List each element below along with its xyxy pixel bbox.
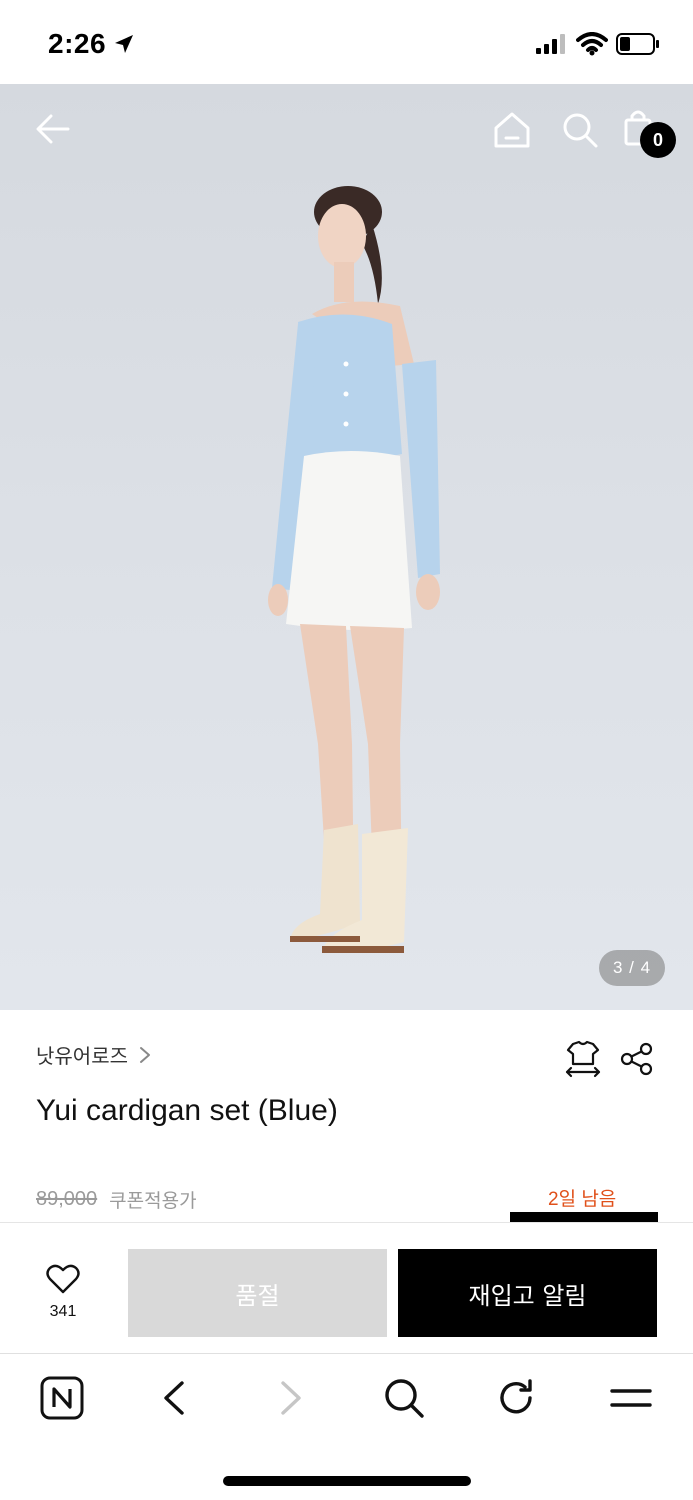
chevron-right-icon (140, 1046, 150, 1063)
gallery-page-indicator: 3 / 4 (599, 950, 665, 986)
brand-link[interactable]: 낫유어로즈 (36, 1040, 152, 1069)
restock-alert-button[interactable]: 재입고 알림 (398, 1249, 657, 1337)
browser-back-icon[interactable] (152, 1375, 198, 1421)
cart-count-badge: 0 (640, 122, 676, 158)
like-button[interactable]: 341 (30, 1263, 96, 1333)
naver-home-icon[interactable] (39, 1375, 85, 1421)
soldout-button[interactable]: 품절 (128, 1249, 387, 1337)
location-arrow-icon (115, 35, 133, 53)
coupon-price-label: 쿠폰적용가 (109, 1191, 197, 1212)
heart-icon (46, 1264, 80, 1294)
original-price: 89,000 (36, 1188, 98, 1210)
refresh-icon[interactable] (494, 1375, 540, 1421)
brand-name: 낫유어로즈 (36, 1046, 128, 1068)
battery-icon (616, 33, 659, 55)
product-photo-model (268, 186, 440, 953)
days-left-label: 2일 남음 (548, 1189, 617, 1210)
menu-icon[interactable] (608, 1375, 654, 1421)
share-icon[interactable] (620, 1042, 654, 1076)
days-left-bar (510, 1212, 658, 1222)
search-icon[interactable] (560, 110, 600, 150)
price-row: 89,000 쿠폰적용가 (36, 1186, 197, 1213)
purchase-action-bar: 341 품절 재입고 알림 (0, 1222, 693, 1354)
status-time: 2:26 (48, 28, 107, 59)
size-guide-icon[interactable] (564, 1040, 602, 1078)
cellular-signal-icon (536, 34, 565, 54)
home-icon[interactable] (492, 110, 532, 150)
browser-forward-icon[interactable] (267, 1375, 313, 1421)
home-indicator (223, 1476, 471, 1486)
browser-search-icon[interactable] (381, 1375, 427, 1421)
back-arrow-icon[interactable] (34, 110, 72, 148)
status-bar: 2:26 (0, 0, 693, 84)
wifi-icon (576, 32, 608, 56)
product-title: Yui cardigan set (Blue) (36, 1094, 338, 1127)
like-count: 341 (49, 1303, 77, 1320)
product-image-gallery[interactable]: 0 3 / 4 (0, 84, 693, 1010)
